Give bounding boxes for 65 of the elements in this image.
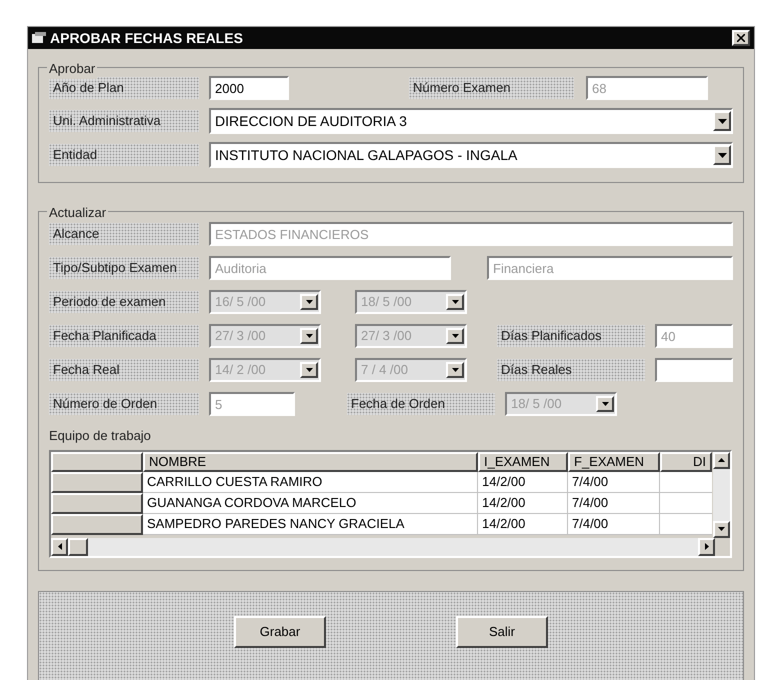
dropdown-button[interactable] [713,145,731,165]
field-label: Número de Orden [49,393,199,415]
field-label: Periodo de examen [49,291,199,313]
scroll-up-button[interactable] [713,452,730,468]
close-icon [737,34,745,42]
caret-icon [452,300,458,304]
table-cell: 14/2/00 [478,472,568,492]
vertical-scrollbar[interactable] [713,452,730,538]
dialog-button[interactable]: Grabar [234,616,326,648]
table-cell: 14/2/00 [478,514,568,534]
table-cell: 14/2/00 [478,492,568,514]
column-header[interactable]: DI [660,452,712,472]
table-cell [660,492,712,514]
scroll-down-button[interactable] [713,520,730,538]
caret-icon [718,118,726,124]
table-cell: 7/4/00 [568,514,660,534]
horizontal-scrollbar[interactable] [51,538,715,556]
up-arrow-icon [718,458,725,462]
caret-icon [452,368,458,372]
table-cell [660,514,712,534]
dialog-button[interactable]: Salir [456,616,548,648]
table-cell: CARRILLO CUESTA RAMIRO [143,472,478,492]
caret-icon [306,334,312,338]
window-icon [32,32,46,44]
window-title: APROBAR FECHAS REALES [50,28,243,48]
row-header[interactable] [51,472,143,492]
field-label: Días Planificados [497,325,645,347]
field-label: Número Examen [409,77,574,99]
table-cell: 7/4/00 [568,492,660,514]
left-arrow-icon [58,543,62,550]
close-button[interactable] [732,30,750,46]
field-label: Tipo/Subtipo Examen [49,257,199,279]
field-label: Fecha de Orden [347,393,495,415]
section-label: Equipo de trabajo [49,427,152,445]
field-label: Uni. Administrativa [49,110,199,132]
dropdown-field[interactable]: INSTITUTO NACIONAL GALAPAGOS - INGALA [209,142,733,168]
caret-icon [306,368,312,372]
scroll-right-button[interactable] [698,538,715,556]
table-cell: GUANANGA CORDOVA MARCELO [143,492,478,514]
field-label: Fecha Planificada [49,325,199,347]
text-field[interactable] [655,358,733,382]
caret-icon [452,334,458,338]
row-header[interactable] [51,492,143,514]
caret-icon [718,152,726,158]
field-label: Fecha Real [49,359,199,381]
row-header[interactable] [51,514,143,534]
caret-icon [718,527,725,531]
column-header[interactable]: F_EXAMEN [568,452,660,472]
right-arrow-icon [704,543,708,550]
table-cell [660,472,712,492]
column-header[interactable]: NOMBRE [143,452,478,472]
dropdown-button[interactable] [713,111,731,131]
scroll-left-button[interactable] [51,538,68,556]
table-cell: 7/4/00 [568,472,660,492]
scroll-thumb[interactable] [68,538,88,556]
table-cell: SAMPEDRO PAREDES NANCY GRACIELA [143,514,478,534]
column-header[interactable]: I_EXAMEN [478,452,568,472]
caret-icon [602,402,608,406]
field-label: Año de Plan [49,77,199,99]
field-label: Días Reales [497,359,645,381]
field-label: Entidad [49,144,199,166]
caret-icon [306,300,312,304]
text-field[interactable]: 2000 [209,76,289,100]
field-label: Alcance [49,223,199,245]
dropdown-field[interactable]: DIRECCION DE AUDITORIA 3 [209,108,733,134]
